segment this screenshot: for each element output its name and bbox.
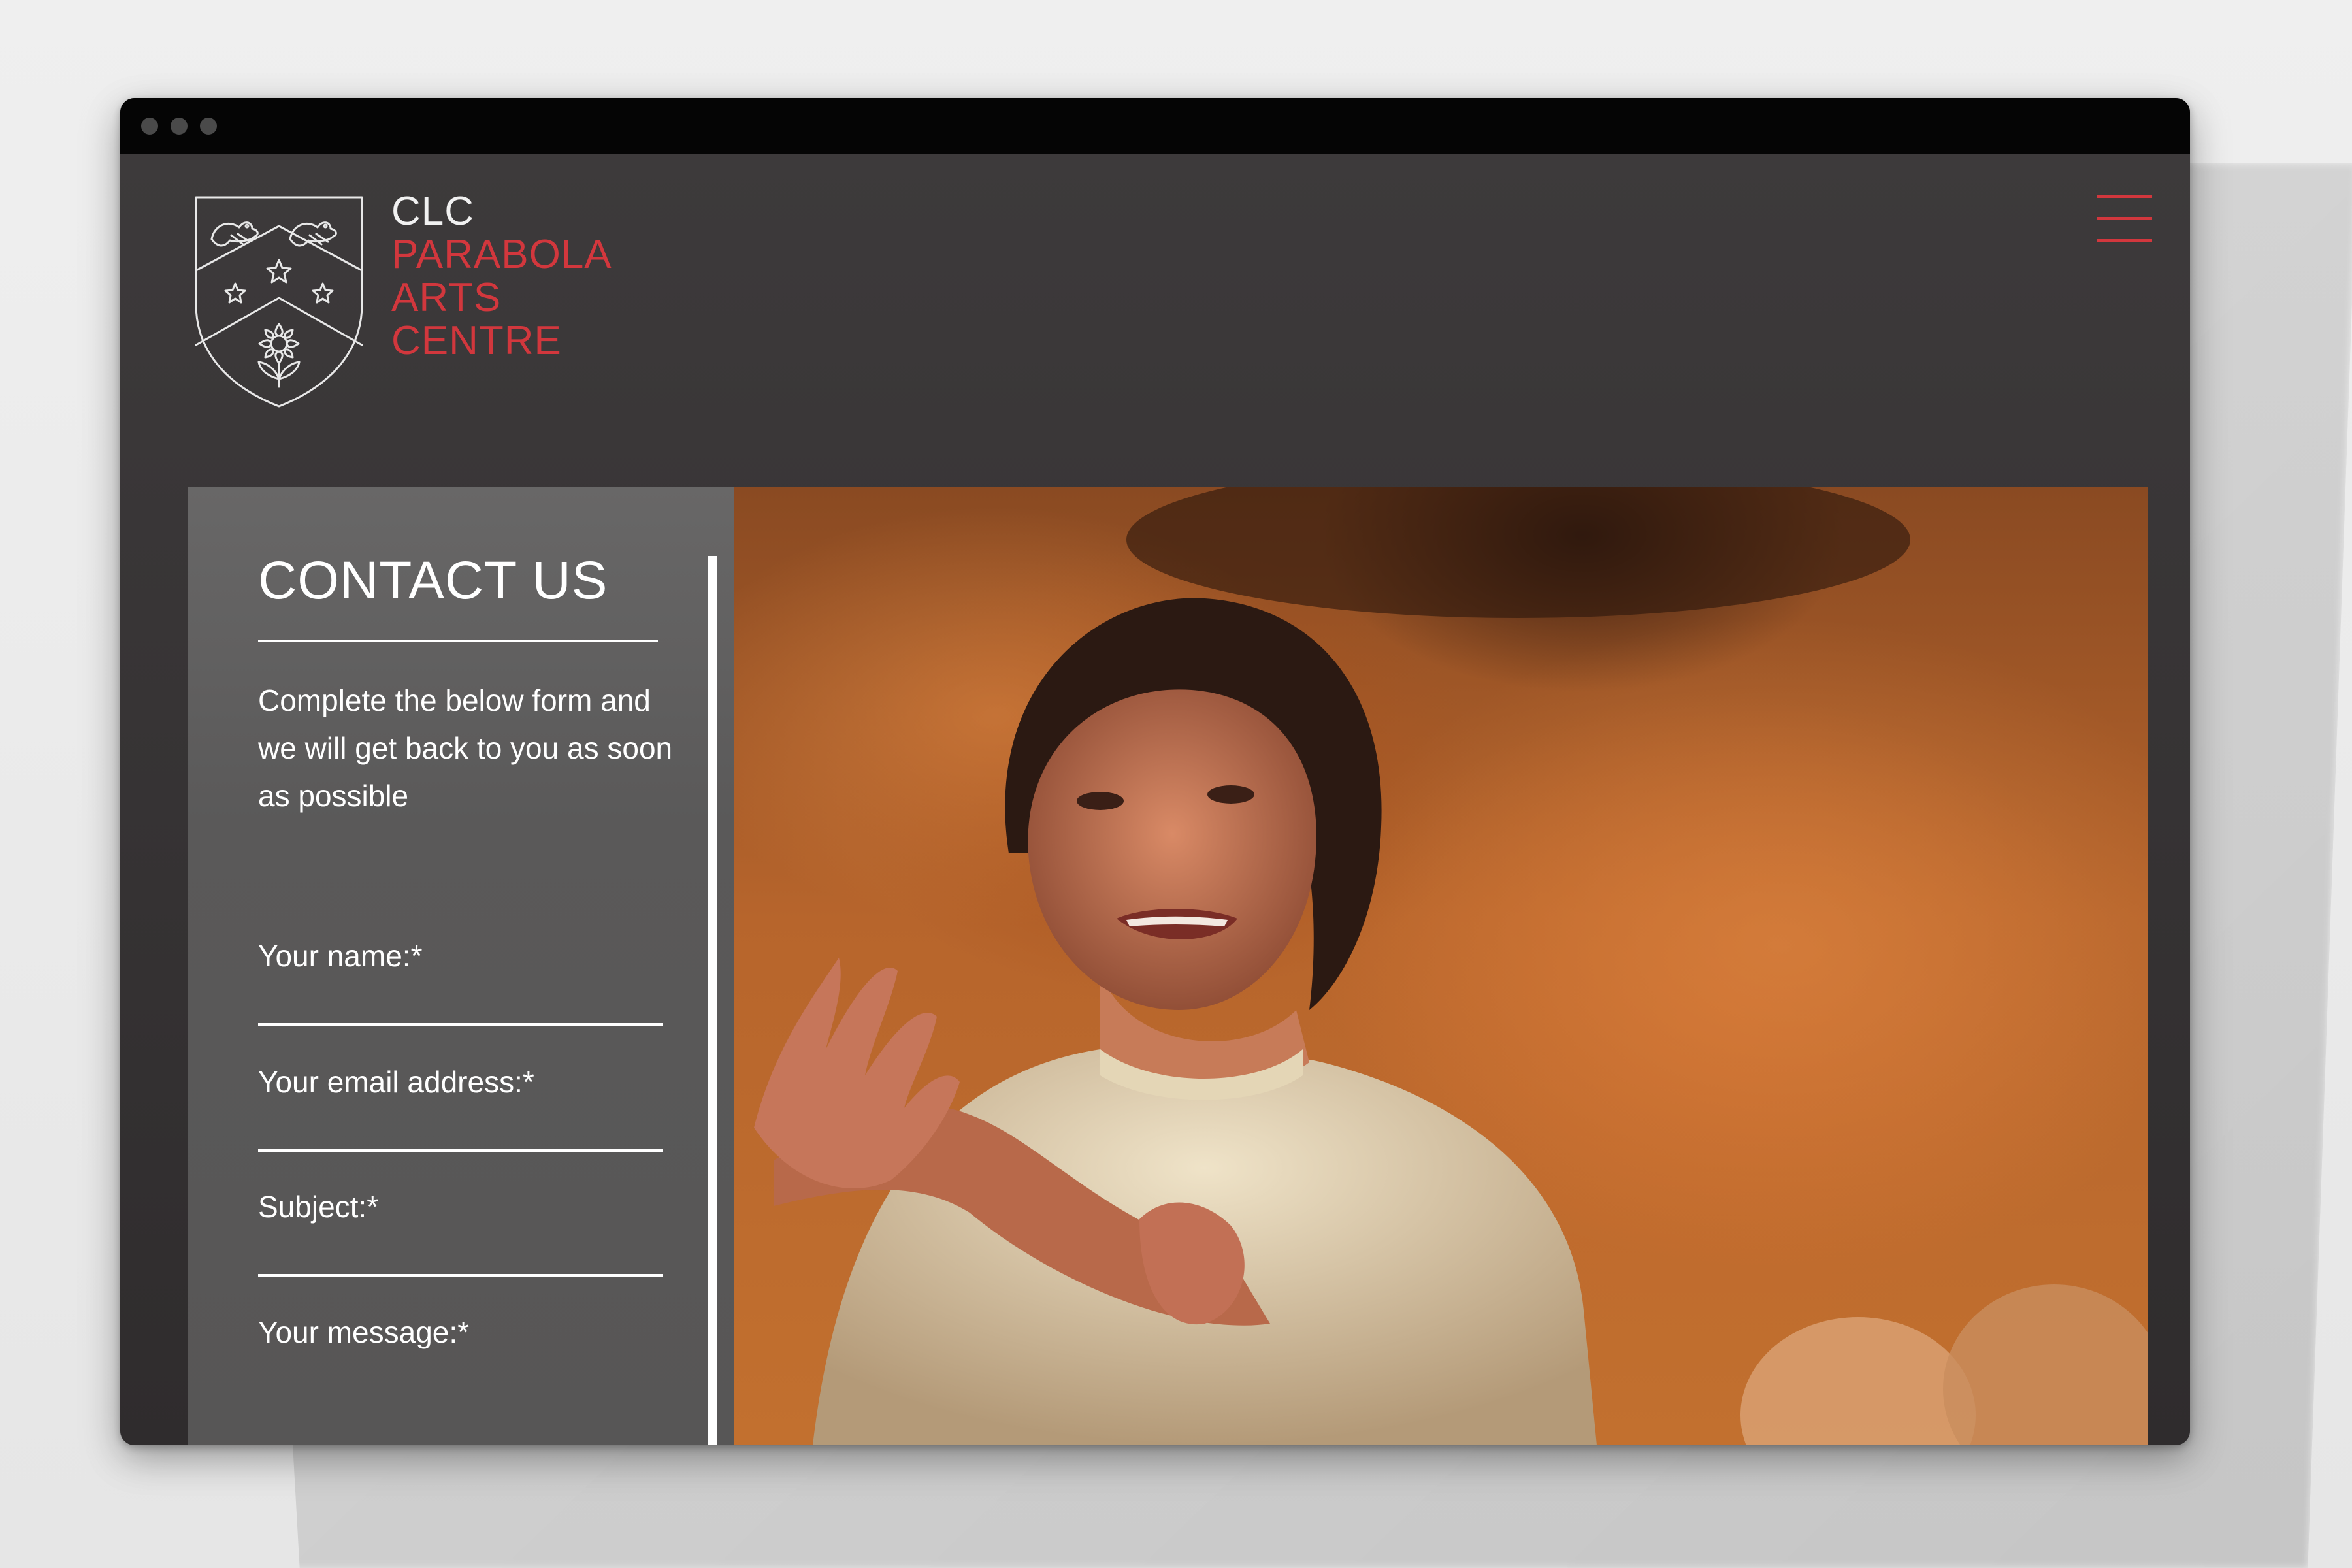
stage: CLC PARABOLA ARTS CENTRE CONTACT US Comp… xyxy=(0,0,2352,1568)
contact-intro: Complete the below form and we will get … xyxy=(258,683,673,813)
subject-field: Subject:* xyxy=(258,1189,663,1277)
message-field: Your message:* xyxy=(258,1315,663,1350)
hamburger-menu-icon[interactable] xyxy=(2097,195,2152,244)
name-input[interactable] xyxy=(258,984,663,1026)
brand-line-centre: CENTRE xyxy=(391,318,562,363)
crest-shield-icon[interactable] xyxy=(192,193,366,409)
message-label: Your message:* xyxy=(258,1315,470,1349)
window-minimize-button[interactable] xyxy=(171,118,188,135)
window-titlebar xyxy=(120,98,2190,154)
contact-title: CONTACT US xyxy=(258,551,608,610)
name-field: Your name:* xyxy=(258,938,663,1026)
subject-label: Subject:* xyxy=(258,1190,379,1224)
hero-photo xyxy=(734,487,2148,1445)
menu-bar xyxy=(2097,217,2152,220)
email-input[interactable] xyxy=(258,1110,663,1152)
browser-window: CLC PARABOLA ARTS CENTRE CONTACT US Comp… xyxy=(120,98,2190,1445)
brand-line-arts: ARTS xyxy=(391,275,502,320)
subject-input[interactable] xyxy=(258,1235,663,1277)
email-label: Your email address:* xyxy=(258,1065,534,1099)
brand-wordmark[interactable]: CLC PARABOLA ARTS CENTRE xyxy=(391,190,612,363)
hero-photo-illustration xyxy=(734,487,2148,1445)
brand-line-parabola: PARABOLA xyxy=(391,232,612,277)
title-divider xyxy=(258,640,658,642)
menu-bar xyxy=(2097,239,2152,242)
contact-panel: CONTACT US Complete the below form and w… xyxy=(188,487,734,1445)
email-field: Your email address:* xyxy=(258,1064,663,1152)
window-close-button[interactable] xyxy=(141,118,158,135)
name-label: Your name:* xyxy=(258,939,423,973)
brand-line-clc: CLC xyxy=(391,189,475,234)
panel-scrollbar[interactable] xyxy=(708,556,717,1445)
window-maximize-button[interactable] xyxy=(200,118,217,135)
page: CLC PARABOLA ARTS CENTRE CONTACT US Comp… xyxy=(120,154,2190,1445)
menu-bar xyxy=(2097,195,2152,198)
